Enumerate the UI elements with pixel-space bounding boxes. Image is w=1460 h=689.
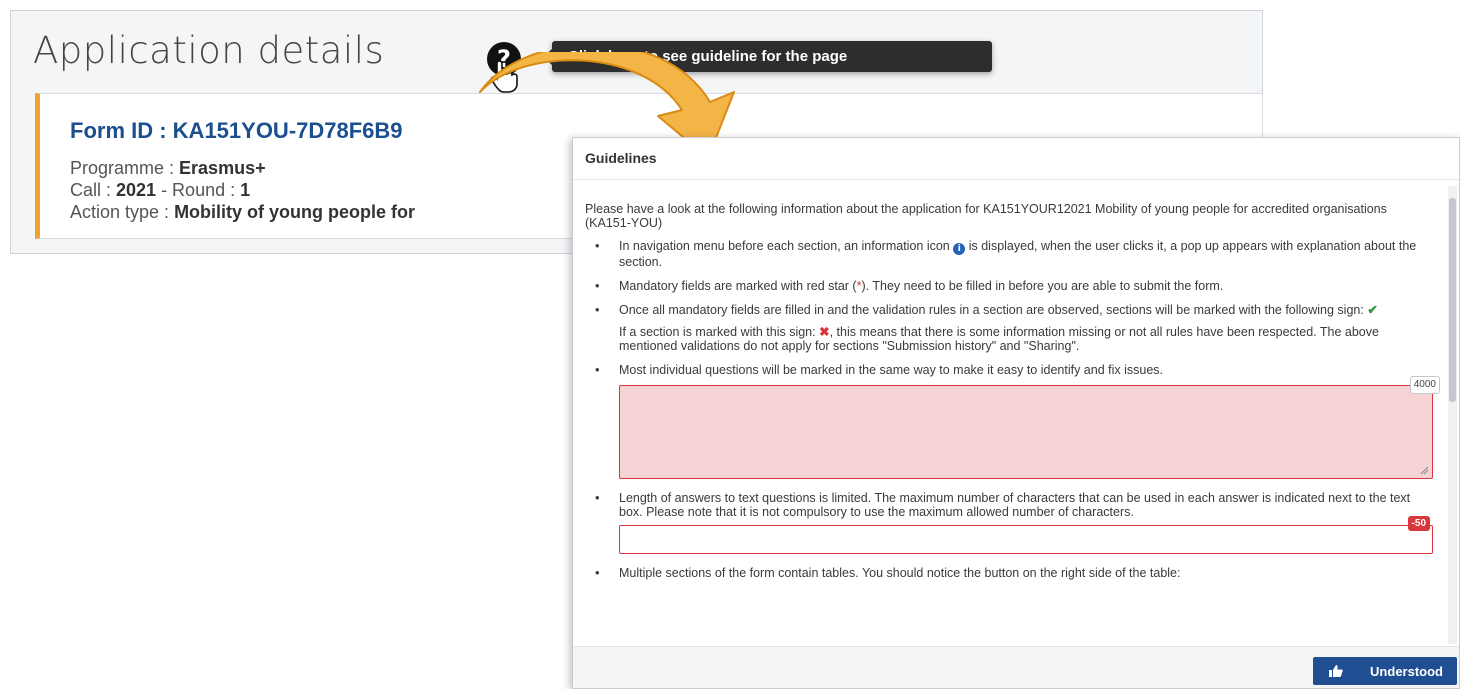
programme-line: Programme : Erasmus+	[70, 158, 266, 178]
modal-body[interactable]: Please have a look at the following info…	[573, 182, 1449, 647]
list-item: Length of answers to text questions is l…	[585, 491, 1435, 519]
call-value: 2021	[116, 180, 157, 200]
modal-scrollbar[interactable]	[1448, 186, 1457, 644]
check-icon: ✔	[1367, 303, 1378, 317]
resize-handle-icon[interactable]	[1420, 466, 1429, 475]
programme-value: Erasmus+	[179, 158, 266, 178]
guidelines-list: In navigation menu before each section, …	[585, 239, 1435, 377]
character-counter-exceeded: -50	[1407, 516, 1430, 531]
round-value: 1	[240, 180, 251, 200]
modal-title: Guidelines	[585, 150, 657, 166]
thumbs-up-icon	[1329, 665, 1343, 677]
info-icon: i	[953, 243, 966, 255]
action-type-value: Mobility of young people for	[174, 202, 416, 222]
call-line: Call : 2021 - Round : 1	[70, 180, 251, 200]
list-item: Most individual questions will be marked…	[585, 363, 1435, 377]
action-type-line: Action type : Mobility of young people f…	[70, 202, 416, 222]
example-invalid-input[interactable]: -50	[619, 516, 1433, 554]
character-counter: 4000	[1409, 376, 1440, 394]
guidelines-intro: Please have a look at the following info…	[585, 202, 1387, 230]
form-id: Form ID : KA151YOU-7D78F6B9	[70, 118, 403, 143]
understood-button[interactable]: Understood	[1313, 657, 1457, 685]
modal-header: Guidelines	[573, 138, 1459, 180]
list-item: Once all mandatory fields are filled in …	[585, 303, 1435, 353]
cross-icon: ✖	[819, 325, 830, 339]
modal-footer: Understood	[573, 646, 1459, 688]
example-invalid-textarea[interactable]: 4000	[619, 376, 1440, 479]
list-item: Multiple sections of the form contain ta…	[585, 566, 1435, 580]
scrollbar-thumb[interactable]	[1449, 198, 1456, 402]
invalid-section-note: If a section is marked with this sign: ✖…	[619, 325, 1379, 353]
list-item: Mandatory fields are marked with red sta…	[585, 279, 1435, 293]
guidelines-modal: Guidelines Please have a look at the fol…	[572, 137, 1460, 689]
page-title: Application details	[33, 29, 385, 72]
list-item: In navigation menu before each section, …	[585, 239, 1435, 269]
